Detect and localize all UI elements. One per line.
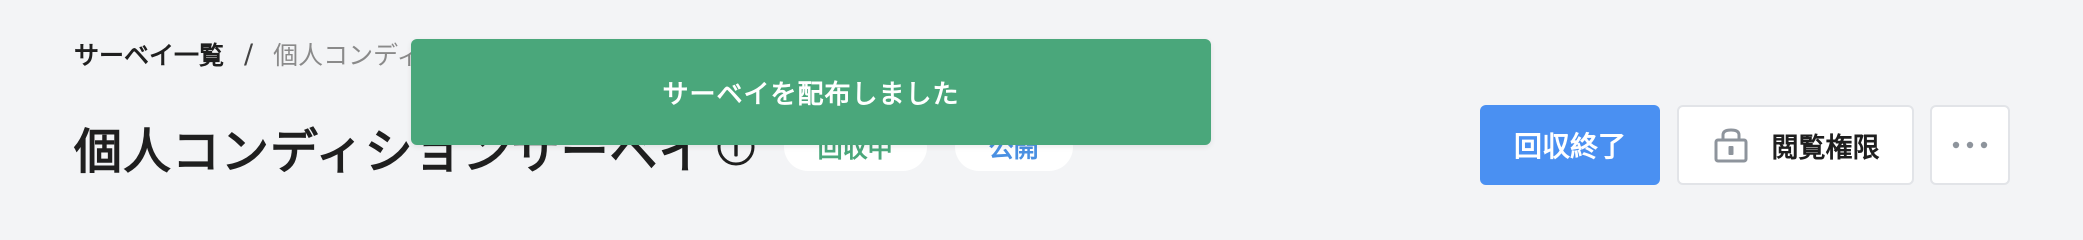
close-collection-button[interactable]: 回収終了 bbox=[1480, 105, 1660, 185]
breadcrumb-current: 個人コンディ bbox=[273, 41, 422, 70]
view-permission-button[interactable]: 閲覧権限 bbox=[1677, 105, 1914, 185]
view-permission-label: 閲覧権限 bbox=[1771, 132, 1880, 164]
breadcrumb-survey-list-link[interactable]: サーベイ一覧 bbox=[74, 36, 224, 72]
toast-notification: サーベイを配布しました bbox=[411, 39, 1211, 145]
more-horizontal-icon bbox=[1952, 141, 1988, 149]
header-actions: 回収終了 閲覧権限 bbox=[1480, 105, 2010, 185]
more-options-button[interactable] bbox=[1930, 105, 2010, 185]
breadcrumb-separator: / bbox=[244, 38, 254, 70]
lock-icon bbox=[1712, 126, 1750, 164]
breadcrumb: サーベイ一覧 / 個人コンディ bbox=[74, 36, 421, 72]
